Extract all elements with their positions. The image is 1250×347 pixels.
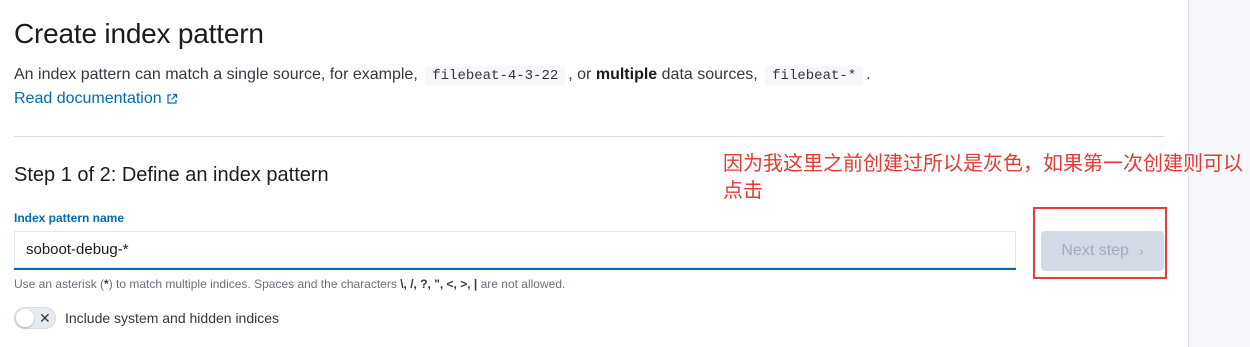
include-system-indices-label: Include system and hidden indices <box>65 310 280 326</box>
help-suffix: are not allowed. <box>480 277 566 291</box>
include-system-indices-switch[interactable]: ✕ <box>14 307 56 329</box>
external-link-icon <box>167 93 177 104</box>
index-pattern-help-text: Use an asterisk (*) to match multiple in… <box>14 277 565 291</box>
intro-part-2: , or <box>568 66 592 83</box>
intro-end: . <box>866 66 871 83</box>
example-single-source: filebeat-4-3-22 <box>425 66 566 86</box>
read-documentation-link[interactable]: Read documentation <box>14 90 178 108</box>
annotation-highlight-box <box>1033 207 1167 279</box>
page-title: Create index pattern <box>14 18 264 49</box>
section-divider <box>14 136 1164 137</box>
help-prefix: Use an asterisk ( <box>14 277 105 291</box>
example-multiple-sources: filebeat-* <box>765 66 864 86</box>
help-mid: ) to match multiple indices. Spaces and … <box>108 277 397 291</box>
step-title: Step 1 of 2: Define an index pattern <box>14 164 329 186</box>
index-pattern-name-label: Index pattern name <box>14 211 125 225</box>
annotation-note: 因为我这里之前创建过所以是灰色，如果第一次创建则可以点击 <box>723 151 1243 202</box>
intro-part-3: data sources, <box>661 66 758 83</box>
switch-knob <box>16 309 34 327</box>
intro-part-1: An index pattern can match a single sour… <box>14 66 418 83</box>
index-pattern-name-input[interactable] <box>14 231 1016 270</box>
cross-icon: ✕ <box>39 310 51 326</box>
read-documentation-label: Read documentation <box>14 90 162 107</box>
help-disallowed-chars: \, /, ?, ", <, >, | <box>400 277 478 291</box>
intro-text: An index pattern can match a single sour… <box>14 64 1164 87</box>
intro-bold-multiple: multiple <box>595 66 658 83</box>
include-system-indices-row: ✕ Include system and hidden indices <box>14 307 279 329</box>
